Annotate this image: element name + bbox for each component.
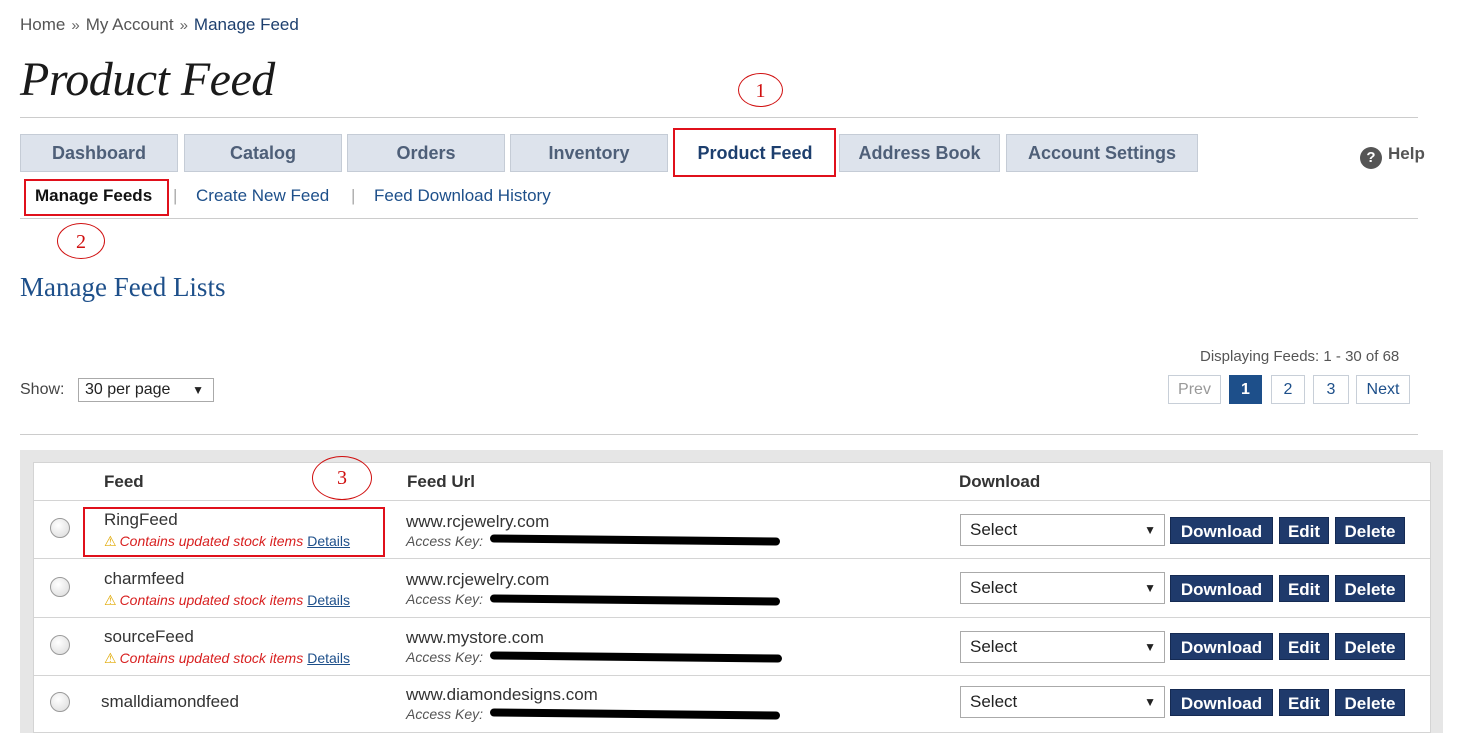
- title-divider: [20, 117, 1418, 118]
- download-format-select[interactable]: Select ▼: [960, 572, 1165, 604]
- per-page-value: 30 per page: [85, 381, 171, 398]
- help-label: Help: [1388, 144, 1425, 163]
- delete-button[interactable]: Delete: [1335, 633, 1405, 660]
- header-download: Download: [959, 472, 1041, 491]
- download-format-select[interactable]: Select ▼: [960, 514, 1165, 546]
- per-page-select[interactable]: 30 per page ▼: [78, 378, 214, 402]
- help-icon: ?: [1360, 147, 1382, 169]
- annotation-circle-2: 2: [57, 223, 105, 259]
- breadcrumb-home[interactable]: Home: [20, 15, 65, 34]
- header-feed: Feed: [104, 472, 144, 491]
- breadcrumb-current: Manage Feed: [193, 15, 299, 34]
- download-button[interactable]: Download: [1170, 575, 1273, 602]
- pagination-next[interactable]: Next: [1356, 375, 1410, 404]
- feed-name: smalldiamondfeed: [101, 692, 239, 711]
- edit-button[interactable]: Edit: [1279, 689, 1329, 716]
- warning-text: Contains updated stock items: [119, 592, 304, 608]
- select-value: Select: [970, 578, 1018, 597]
- select-value: Select: [970, 520, 1018, 539]
- tab-orders[interactable]: Orders: [347, 134, 505, 172]
- feed-url: www.diamondesigns.com: [406, 685, 598, 704]
- stock-warning: ⚠ Contains updated stock items Details: [104, 650, 350, 667]
- breadcrumb-my-account[interactable]: My Account: [86, 15, 174, 34]
- access-key-label: Access Key:: [406, 706, 484, 722]
- pagination-page-3[interactable]: 3: [1313, 375, 1349, 404]
- annotation-box-manage-feeds: [24, 179, 169, 216]
- tab-catalog[interactable]: Catalog: [184, 134, 342, 172]
- breadcrumb-separator: »: [179, 17, 188, 34]
- row-radio[interactable]: [50, 577, 70, 597]
- feed-name: charmfeed: [104, 569, 185, 588]
- pagination-prev[interactable]: Prev: [1168, 375, 1221, 404]
- row-divider: [34, 617, 1430, 618]
- chevron-down-icon: ▼: [1144, 523, 1156, 537]
- delete-button[interactable]: Delete: [1335, 575, 1405, 602]
- subnav-create-new-feed[interactable]: Create New Feed: [196, 186, 329, 206]
- row-radio[interactable]: [50, 635, 70, 655]
- show-label: Show:: [20, 381, 65, 398]
- details-link[interactable]: Details: [307, 650, 350, 666]
- section-title: Manage Feed Lists: [20, 272, 226, 302]
- header-feed-url: Feed Url: [407, 472, 476, 491]
- pagination-summary: Displaying Feeds: 1 - 30 of 68: [1200, 348, 1400, 365]
- delete-button[interactable]: Delete: [1335, 689, 1405, 716]
- delete-button[interactable]: Delete: [1335, 517, 1405, 544]
- annotation-box-product-feed: [673, 128, 836, 177]
- subnav-separator: |: [351, 186, 356, 205]
- download-button[interactable]: Download: [1170, 633, 1273, 660]
- chevron-down-icon: ▼: [1144, 640, 1156, 654]
- row-radio[interactable]: [50, 692, 70, 712]
- row-radio[interactable]: [50, 518, 70, 538]
- download-button[interactable]: Download: [1170, 689, 1273, 716]
- download-format-select[interactable]: Select ▼: [960, 686, 1165, 718]
- tab-dashboard[interactable]: Dashboard: [20, 134, 178, 172]
- edit-button[interactable]: Edit: [1279, 633, 1329, 660]
- warning-icon: ⚠: [104, 592, 117, 608]
- annotation-circle-1: 1: [738, 73, 783, 107]
- list-divider: [20, 434, 1418, 435]
- download-button[interactable]: Download: [1170, 517, 1273, 544]
- breadcrumb: Home » My Account » Manage Feed: [20, 15, 299, 35]
- access-key-label: Access Key:: [406, 649, 484, 665]
- subnav-feed-download-history[interactable]: Feed Download History: [374, 186, 551, 206]
- chevron-down-icon: ▼: [1144, 581, 1156, 595]
- chevron-down-icon: ▼: [1144, 695, 1156, 709]
- tab-address-book[interactable]: Address Book: [839, 134, 1000, 172]
- feed-url: www.rcjewelry.com: [406, 512, 550, 531]
- annotation-circle-3: 3: [312, 456, 372, 500]
- feed-url: www.mystore.com: [406, 628, 544, 647]
- edit-button[interactable]: Edit: [1279, 575, 1329, 602]
- select-value: Select: [970, 637, 1018, 656]
- subnav-separator: |: [173, 186, 178, 205]
- pagination-page-2[interactable]: 2: [1271, 375, 1305, 404]
- pagination-page-1[interactable]: 1: [1229, 375, 1262, 404]
- access-key-label: Access Key:: [406, 591, 484, 607]
- select-value: Select: [970, 692, 1018, 711]
- feed-name: sourceFeed: [104, 627, 194, 646]
- subnav-divider: [20, 218, 1418, 219]
- tab-account-settings[interactable]: Account Settings: [1006, 134, 1198, 172]
- feed-url: www.rcjewelry.com: [406, 570, 550, 589]
- row-divider: [34, 558, 1430, 559]
- access-key-label: Access Key:: [406, 533, 484, 549]
- chevron-down-icon: ▼: [192, 383, 204, 397]
- warning-icon: ⚠: [104, 650, 117, 666]
- tab-inventory[interactable]: Inventory: [510, 134, 668, 172]
- annotation-box-ringfeed: [83, 507, 385, 557]
- edit-button[interactable]: Edit: [1279, 517, 1329, 544]
- page-title: Product Feed: [20, 53, 275, 106]
- download-format-select[interactable]: Select ▼: [960, 631, 1165, 663]
- help-link[interactable]: ? Help: [1360, 144, 1425, 169]
- details-link[interactable]: Details: [307, 592, 350, 608]
- row-divider: [34, 675, 1430, 676]
- breadcrumb-separator: »: [71, 17, 80, 34]
- row-divider: [34, 500, 1430, 501]
- stock-warning: ⚠ Contains updated stock items Details: [104, 592, 350, 609]
- warning-text: Contains updated stock items: [119, 650, 304, 666]
